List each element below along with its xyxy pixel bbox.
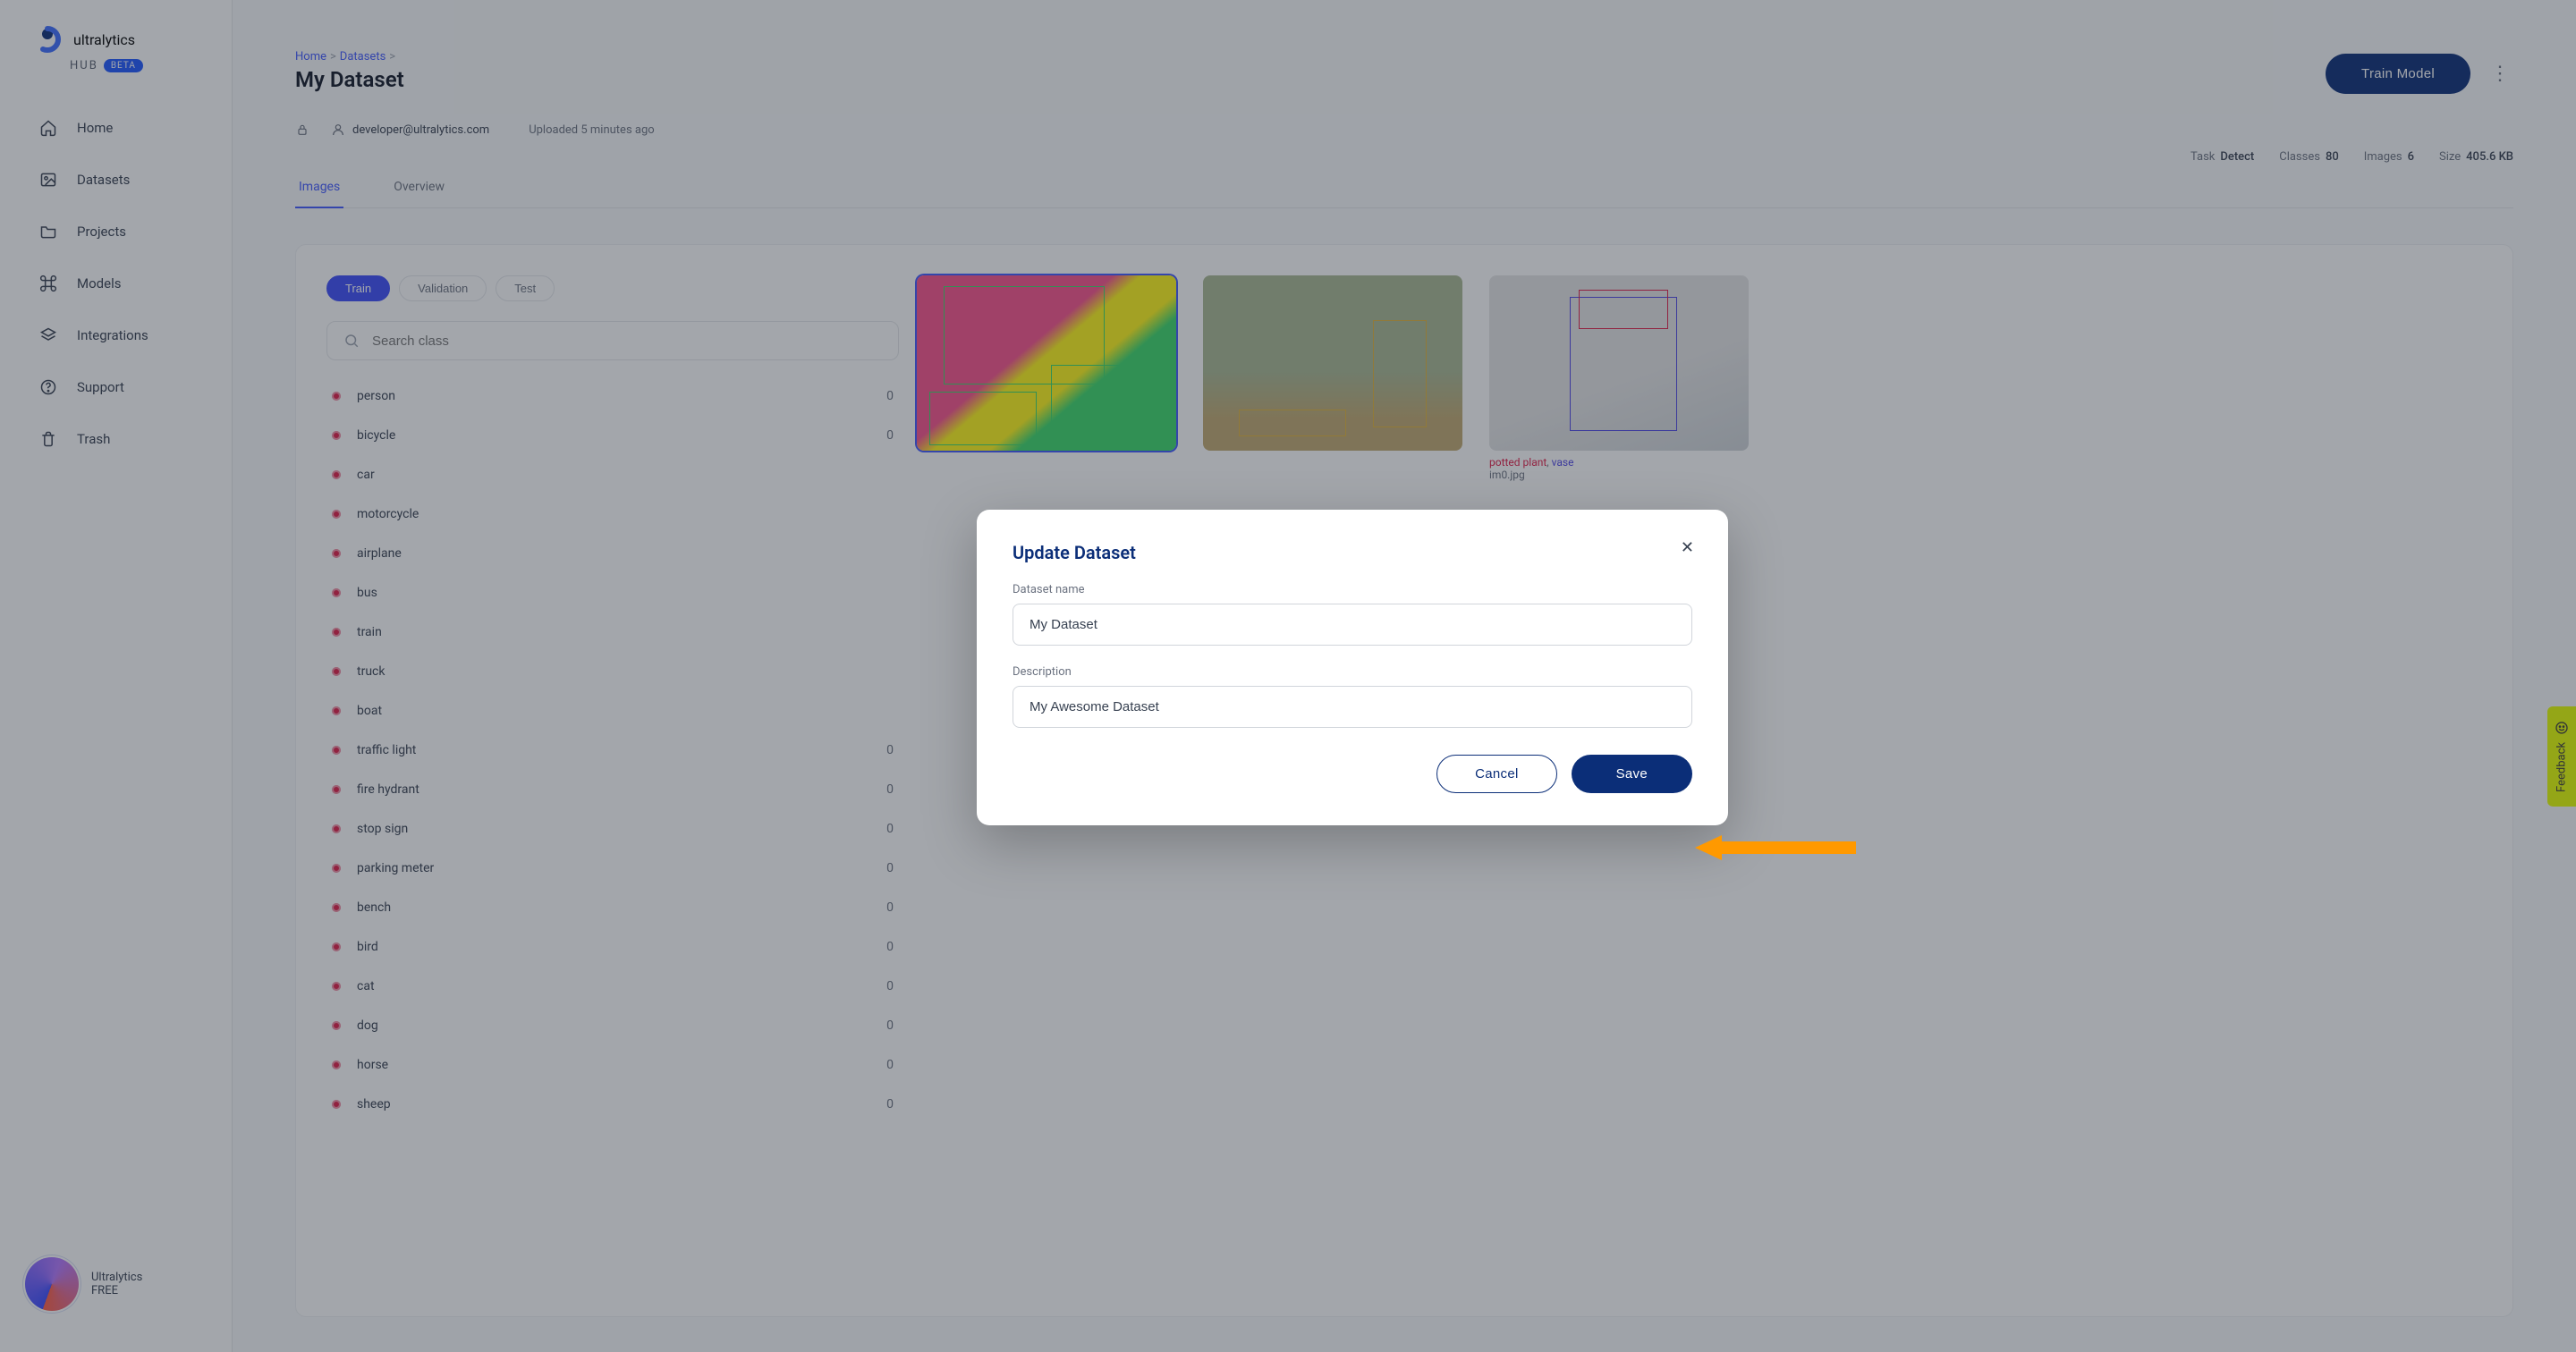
desc-label: Description [1013, 665, 1692, 679]
close-icon[interactable]: ✕ [1681, 538, 1694, 557]
save-button[interactable]: Save [1572, 755, 1692, 793]
modal-title: Update Dataset [1013, 542, 1692, 563]
update-dataset-modal: Update Dataset ✕ Dataset name Descriptio… [977, 510, 1728, 825]
annotation-arrow [1695, 835, 1856, 860]
dataset-name-input[interactable] [1013, 604, 1692, 646]
cancel-button[interactable]: Cancel [1436, 755, 1557, 793]
dataset-desc-input[interactable] [1013, 686, 1692, 728]
name-label: Dataset name [1013, 583, 1692, 596]
